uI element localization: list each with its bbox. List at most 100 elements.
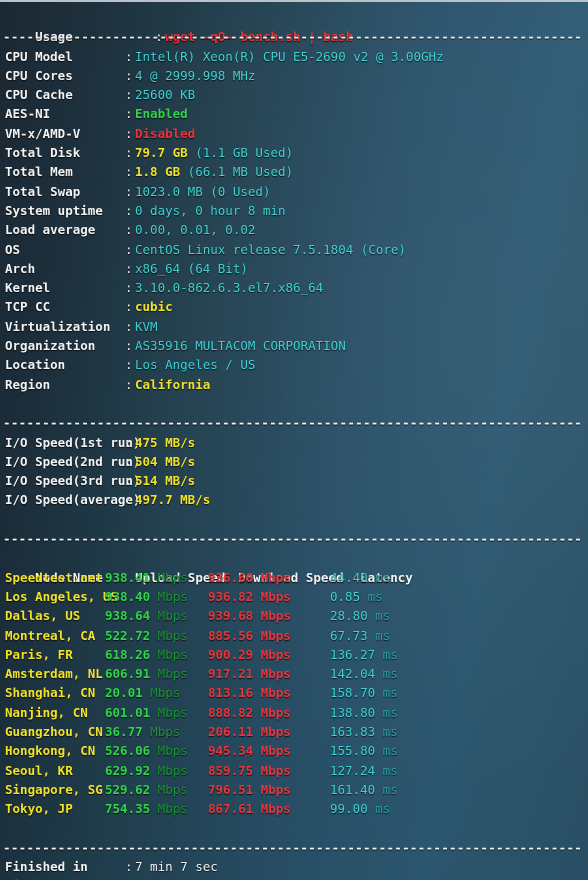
speedtest-upload-unit: Mbps: [150, 762, 188, 778]
speedtest-latency-value: 67.73: [330, 627, 368, 643]
speedtest-latency-value: 127.24: [330, 762, 376, 778]
io-row-value: 514 MB/s: [135, 473, 196, 489]
footer-row-label: Timestamp: [5, 876, 125, 880]
system-row-label: Location: [5, 357, 66, 373]
system-row-value: 79.7 GB: [135, 145, 188, 161]
speedtest-upload-value: 526.06: [105, 743, 151, 759]
separator-4: ----------------------------------------…: [3, 839, 583, 855]
speedtest-upload-unit: Mbps: [150, 801, 188, 817]
speedtest-upload-unit: Mbps: [150, 569, 188, 585]
system-row-value: CentOS Linux release 7.5.1804 (Core): [135, 241, 406, 257]
speedtest-download-cell: 859.75 Mbps: [208, 761, 330, 780]
system-row-value: AS35916 MULTACOM CORPORATION: [135, 338, 346, 354]
system-row-value: 0 days, 0 hour 8 min: [135, 202, 286, 218]
speedtest-row: Speedtest.net 938.41 Mbps 936.60 Mbps 44.40…: [0, 568, 588, 587]
speedtest-row: Tokyo, JP 754.35 Mbps 867.61 Mbps 99.00 ms: [0, 799, 588, 818]
speedtest-download-unit: Mbps: [253, 781, 291, 797]
system-row: Load average:0.00, 0.01, 0.02: [0, 220, 588, 239]
speedtest-upload-cell: 754.35 Mbps: [105, 799, 208, 818]
speedtest-upload-value: 938.64: [105, 608, 151, 624]
system-row-suffix: (1.1 GB Used): [187, 145, 294, 161]
io-row-label: I/O Speed(2nd run): [5, 453, 141, 469]
speedtest-latency-cell: 138.80 ms: [330, 703, 420, 722]
system-row: Virtualization: KVM: [0, 317, 588, 336]
system-row: CPU Model: Intel(R) Xeon(R) CPU E5-2690 v…: [0, 47, 588, 66]
speedtest-download-value: 888.82: [208, 704, 254, 720]
speedtest-latency-unit: ms: [375, 666, 398, 682]
system-row-label: OS: [5, 241, 21, 257]
speedtest-download-unit: Mbps: [253, 608, 291, 624]
speedtest-node-name: Nanjing, CN: [5, 704, 88, 720]
speedtest-latency-unit: ms: [367, 608, 391, 624]
system-row-label: CPU Cores: [5, 67, 73, 83]
system-row: Total Swap:1023.0 MB (0 Used): [0, 182, 588, 201]
speedtest-upload-cell: 629.92 Mbps: [105, 761, 208, 780]
system-row-value: 25600 KB: [135, 87, 196, 103]
speedtest-download-value: 885.56: [208, 627, 254, 643]
speedtest-upload-cell: 938.40 Mbps: [105, 587, 208, 606]
terminal-window[interactable]: Usage: wget -qO- bench.sh | bash --------…: [0, 0, 588, 880]
speedtest-latency-value: 0.85: [330, 588, 361, 604]
system-row-value: 4 @ 2999.998 MHz: [135, 67, 256, 83]
system-row-value: Los Angeles / US: [135, 357, 256, 373]
system-row: Total Disk:79.7 GB (1.1 GB Used): [0, 143, 588, 162]
speedtest-download-value: 945.34: [208, 743, 254, 759]
usage-line: Usage: wget -qO- bench.sh | bash: [0, 8, 588, 44]
speedtest-row: Montreal, CA 522.72 Mbps 885.56 Mbps 67.73 …: [0, 626, 588, 645]
io-row: I/O Speed(2nd run): 504 MB/s: [0, 452, 588, 471]
io-row-colon: :: [125, 492, 133, 508]
speedtest-latency-value: 44.40: [330, 569, 368, 585]
speedtest-download-cell: 796.51 Mbps: [208, 780, 330, 799]
speedtest-upload-unit: Mbps: [150, 608, 188, 624]
system-row-value: 3.10.0-862.6.3.el7.x86_64: [135, 280, 324, 296]
speedtest-latency-unit: ms: [375, 743, 398, 759]
io-row: I/O Speed(average): 497.7 MB/s: [0, 490, 588, 509]
system-row-colon: :: [125, 202, 133, 218]
speedtest-download-unit: Mbps: [253, 723, 291, 739]
system-row-colon: :: [125, 67, 133, 83]
separator-2: ----------------------------------------…: [3, 415, 583, 431]
speedtest-latency-value: 136.27: [330, 646, 376, 662]
speedtest-latency-cell: 0.85 ms: [330, 587, 420, 606]
speedtest-row: Singapore, SG 529.62 Mbps 796.51 Mbps 161.4…: [0, 780, 588, 799]
speedtest-row: Los Angeles, US938.40 Mbps 936.82 Mbps 0.8…: [0, 587, 588, 606]
system-row: Organization: AS35916 MULTACOM CORPORATIO…: [0, 336, 588, 355]
speedtest-upload-cell: 522.72 Mbps: [105, 626, 208, 645]
speedtest-download-cell: 206.11 Mbps: [208, 722, 330, 741]
system-row-colon: :: [125, 260, 133, 276]
speedtest-download-cell: 888.82 Mbps: [208, 703, 330, 722]
speedtest-upload-unit: Mbps: [150, 781, 188, 797]
footer-row-colon: :: [125, 859, 133, 875]
speedtest-latency-value: 163.83: [330, 723, 376, 739]
speedtest-download-cell: 936.82 Mbps: [208, 587, 330, 606]
speedtest-upload-value: 20.01: [105, 685, 143, 701]
speedtest-download-unit: Mbps: [253, 762, 291, 778]
system-row-label: CPU Cache: [5, 87, 73, 103]
io-row-label: I/O Speed(3rd run): [5, 473, 141, 489]
system-row-colon: :: [125, 357, 133, 373]
system-row-label: TCP CC: [5, 299, 51, 315]
footer-row-label: Finished in: [5, 859, 88, 875]
speedtest-node-name: Amsterdam, NL: [5, 666, 103, 682]
system-row: TCP CC: cubic: [0, 297, 588, 316]
speedtest-upload-cell: 938.41 Mbps: [105, 568, 208, 587]
speedtest-download-unit: Mbps: [253, 743, 291, 759]
speedtest-row: Hongkong, CN 526.06 Mbps 945.34 Mbps 155.80…: [0, 741, 588, 760]
speedtest-row: Guangzhou, CN 36.77 Mbps 206.11 Mbps 163.83…: [0, 722, 588, 741]
speedtest-upload-cell: 529.62 Mbps: [105, 780, 208, 799]
speedtest-download-value: 900.29: [208, 646, 254, 662]
speedtest-upload-unit: Mbps: [150, 666, 188, 682]
speedtest-upload-cell: 526.06 Mbps: [105, 741, 208, 760]
separator-3: ----------------------------------------…: [3, 531, 583, 547]
speedtest-latency-cell: 155.80 ms: [330, 741, 420, 760]
speedtest-download-cell: 900.29 Mbps: [208, 645, 330, 664]
system-row: Total Mem:1.8 GB (66.1 MB Used): [0, 162, 588, 181]
speedtest-download-cell: 867.61 Mbps: [208, 799, 330, 818]
speedtest-latency-value: 161.40: [330, 781, 376, 797]
speedtest-latency-cell: 67.73 ms: [330, 626, 420, 645]
system-row-value: Enabled: [135, 106, 188, 122]
speedtest-upload-value: 36.77: [105, 723, 143, 739]
speedtest-download-unit: Mbps: [253, 646, 291, 662]
speedtest-node-name: Singapore, SG: [5, 781, 103, 797]
speedtest-node-name: Seoul, KR: [5, 762, 73, 778]
